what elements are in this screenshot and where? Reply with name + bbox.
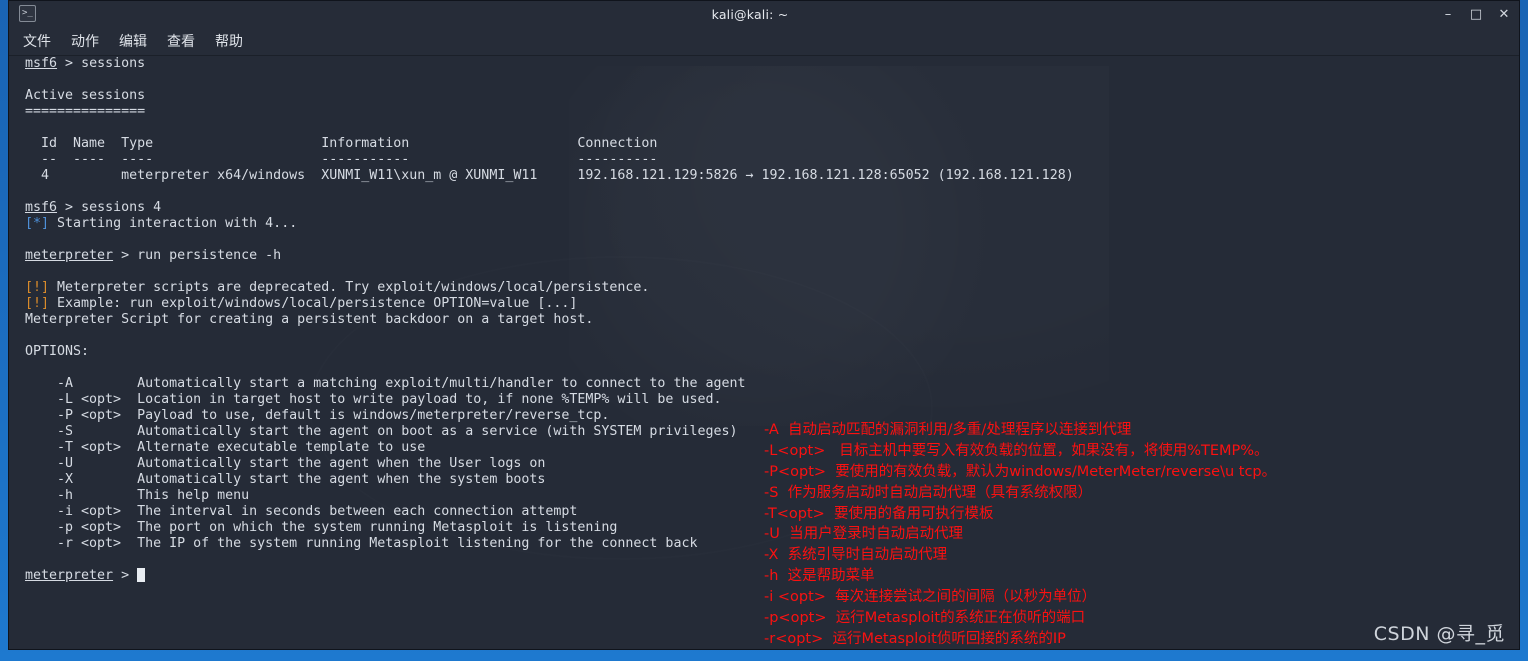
annotation-line: -S 作为服务启动时自动启动代理（具有系统权限）: [764, 484, 1093, 501]
annotation-line: -T<opt> 要使用的备用可执行模板: [764, 505, 994, 522]
annotation-line: -U 当用户登录时自动启动代理: [764, 526, 964, 543]
shell-command: sessions 4: [81, 200, 162, 215]
shell-prompt: msf6: [25, 56, 58, 71]
menu-item-help[interactable]: 帮助: [215, 31, 243, 51]
annotation-line: -P<opt> 要使用的有效负载，默认为windows/MeterMeter/r…: [764, 463, 1277, 480]
terminal-line: Id Name Type Information Connection: [25, 136, 658, 151]
window-controls[interactable]: – □ ✕: [1441, 1, 1511, 27]
terminal-line: -L <opt> Location in target host to writ…: [25, 392, 722, 407]
terminal-line: ===============: [25, 104, 146, 119]
terminal-line: 4 meterpreter x64/windows XUNMI_W11\xun_…: [25, 168, 1074, 183]
menu-item-actions[interactable]: 动作: [71, 31, 99, 51]
shell-prompt: msf6: [25, 200, 58, 215]
status-marker: [*]: [25, 216, 50, 231]
annotation-line: -r<opt> 运行Metasploit侦听回接的系统的IP: [764, 630, 1066, 647]
annotation-line: -i <opt> 每次连接尝试之间的间隔（以秒为单位）: [764, 589, 1097, 606]
terminal-line: -A Automatically start a matching exploi…: [25, 376, 746, 391]
warning-marker: [!]: [25, 280, 50, 295]
terminal-line: Active sessions: [25, 88, 146, 103]
terminal-line: [!] Example: run exploit/windows/local/p…: [25, 296, 578, 311]
annotation-line: -h 这是帮助菜单: [764, 568, 875, 585]
csdn-watermark: CSDN @寻_觅: [1373, 623, 1505, 645]
red-annotation-overlay: -A 自动启动匹配的漏洞利用/多重/处理程序以连接到代理 -L<opt> 目标主机…: [764, 420, 1277, 649]
terminal-line: [*] Starting interaction with 4...: [25, 216, 298, 231]
shell-prompt: meterpreter: [25, 248, 114, 263]
terminal-line: msf6 > sessions 4: [25, 200, 162, 215]
warning-marker: [!]: [25, 296, 50, 311]
annotation-line: -L<opt> 目标主机中要写入有效负载的位置，如果没有，将使用%TEMP%。: [764, 442, 1269, 459]
titlebar[interactable]: >_ kali@kali: ~ – □ ✕: [9, 1, 1519, 27]
terminal-output-area[interactable]: msf6 > sessions Active sessions =========…: [9, 56, 1519, 649]
terminal-line: [!] Meterpreter scripts are deprecated. …: [25, 280, 650, 295]
shell-command: sessions: [81, 56, 146, 71]
annotation-line: -A 自动启动匹配的漏洞利用/多重/处理程序以连接到代理: [764, 422, 1132, 438]
terminal-line: meterpreter > run persistence -h: [25, 248, 282, 263]
window-title: kali@kali: ~: [711, 6, 789, 22]
close-icon[interactable]: ✕: [1497, 8, 1511, 21]
annotation-line: -p<opt> 运行Metasploit的系统正在侦听的端口: [764, 610, 1086, 627]
terminal-line: Meterpreter Script for creating a persis…: [25, 312, 594, 327]
menu-item-file[interactable]: 文件: [23, 31, 51, 51]
minimize-icon[interactable]: –: [1441, 8, 1455, 21]
terminal-cursor: [137, 568, 146, 582]
terminal-line: OPTIONS:: [25, 344, 90, 359]
maximize-icon[interactable]: □: [1469, 8, 1483, 21]
annotation-line: -X 系统引导时自动启动代理: [764, 547, 948, 564]
shell-command: run persistence -h: [137, 248, 282, 263]
menu-item-edit[interactable]: 编辑: [119, 31, 147, 51]
terminal-window[interactable]: >_ kali@kali: ~ – □ ✕ 文件 动作 编辑 查看 帮助 msf…: [8, 0, 1520, 650]
terminal-line: msf6 > sessions: [25, 56, 146, 71]
shell-prompt: meterpreter: [25, 568, 114, 583]
menu-item-view[interactable]: 查看: [167, 31, 195, 51]
menubar[interactable]: 文件 动作 编辑 查看 帮助: [9, 27, 1519, 56]
terminal-line: -- ---- ---- ----------- ----------: [25, 152, 658, 167]
